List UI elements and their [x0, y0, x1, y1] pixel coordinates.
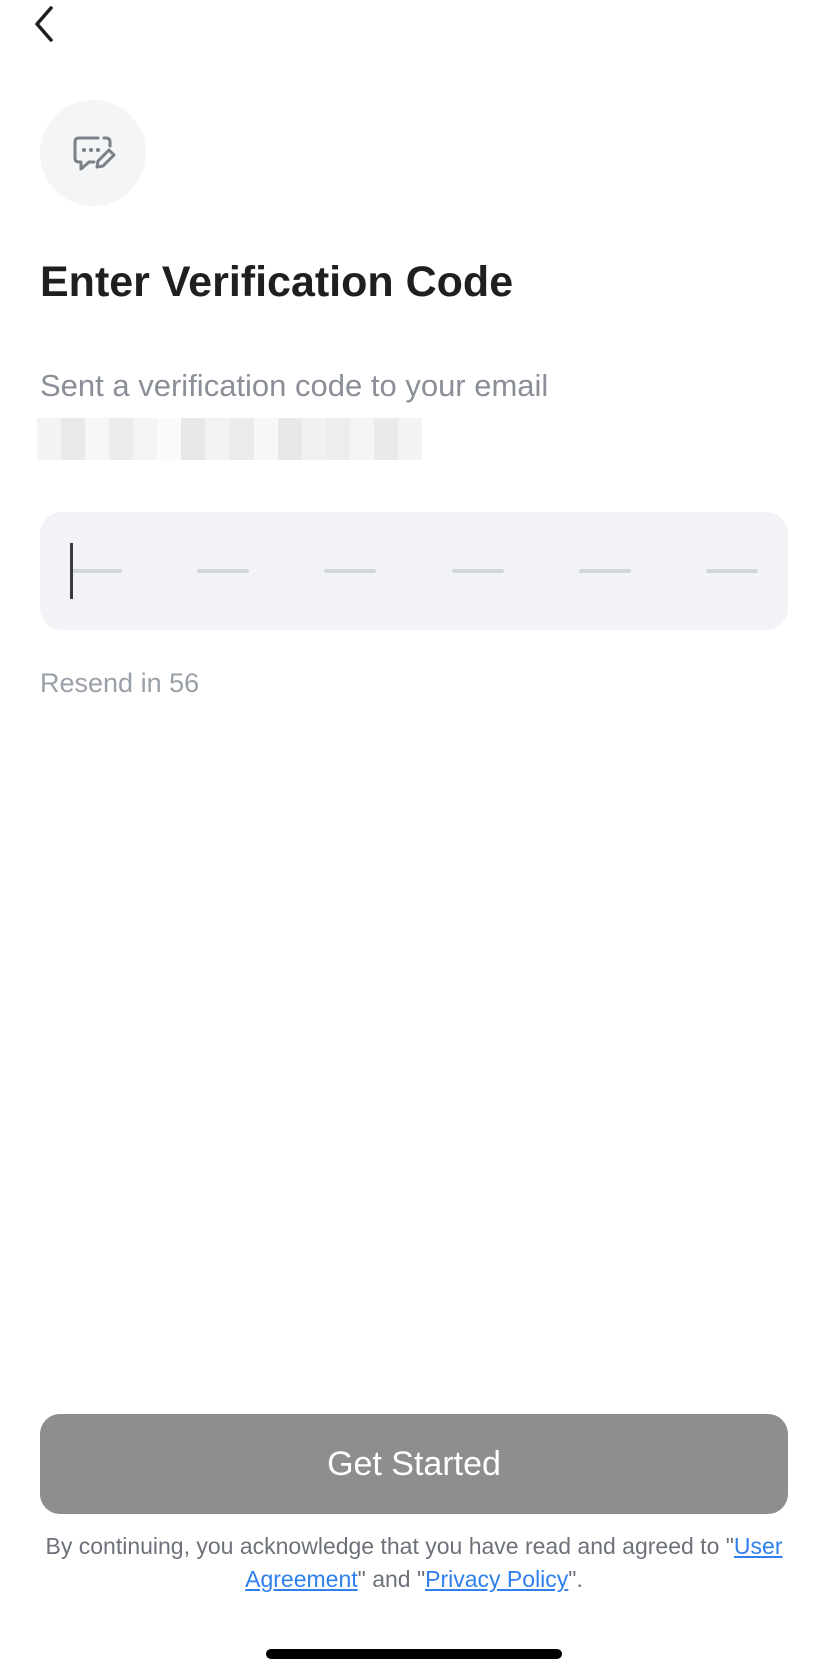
- code-slot-4[interactable]: [451, 541, 504, 601]
- redacted-email: [37, 418, 422, 460]
- legal-suffix: ".: [568, 1566, 583, 1592]
- chevron-left-icon: [35, 6, 53, 42]
- code-slot-5[interactable]: [578, 541, 631, 601]
- get-started-button[interactable]: Get Started: [40, 1414, 788, 1514]
- legal-middle: " and ": [357, 1566, 426, 1592]
- home-indicator: [266, 1649, 562, 1659]
- code-slot-dash: [451, 569, 504, 573]
- code-slot-dash: [705, 569, 758, 573]
- code-slot-dash: [324, 569, 377, 573]
- privacy-policy-link[interactable]: Privacy Policy: [425, 1566, 568, 1592]
- legal-notice: By continuing, you acknowledge that you …: [30, 1530, 798, 1596]
- subtitle: Sent a verification code to your email: [40, 368, 549, 403]
- verification-code-input[interactable]: [40, 512, 788, 630]
- code-slot-1[interactable]: [70, 541, 122, 601]
- resend-countdown: Resend in 56: [40, 668, 200, 698]
- verification-screen: Enter Verification Code Sent a verificat…: [0, 0, 821, 1676]
- code-slot-dash: [70, 569, 122, 573]
- code-slot-2[interactable]: [197, 541, 250, 601]
- text-cursor: [70, 543, 73, 599]
- hero-icon-badge: [40, 100, 146, 206]
- page-title: Enter Verification Code: [40, 258, 514, 306]
- code-slot-3[interactable]: [324, 541, 377, 601]
- code-slot-dash: [197, 569, 250, 573]
- code-slot-dash: [578, 569, 631, 573]
- message-edit-icon: [73, 136, 116, 171]
- legal-prefix: By continuing, you acknowledge that you …: [45, 1533, 734, 1559]
- code-slot-6[interactable]: [705, 541, 758, 601]
- back-button[interactable]: [22, 0, 66, 48]
